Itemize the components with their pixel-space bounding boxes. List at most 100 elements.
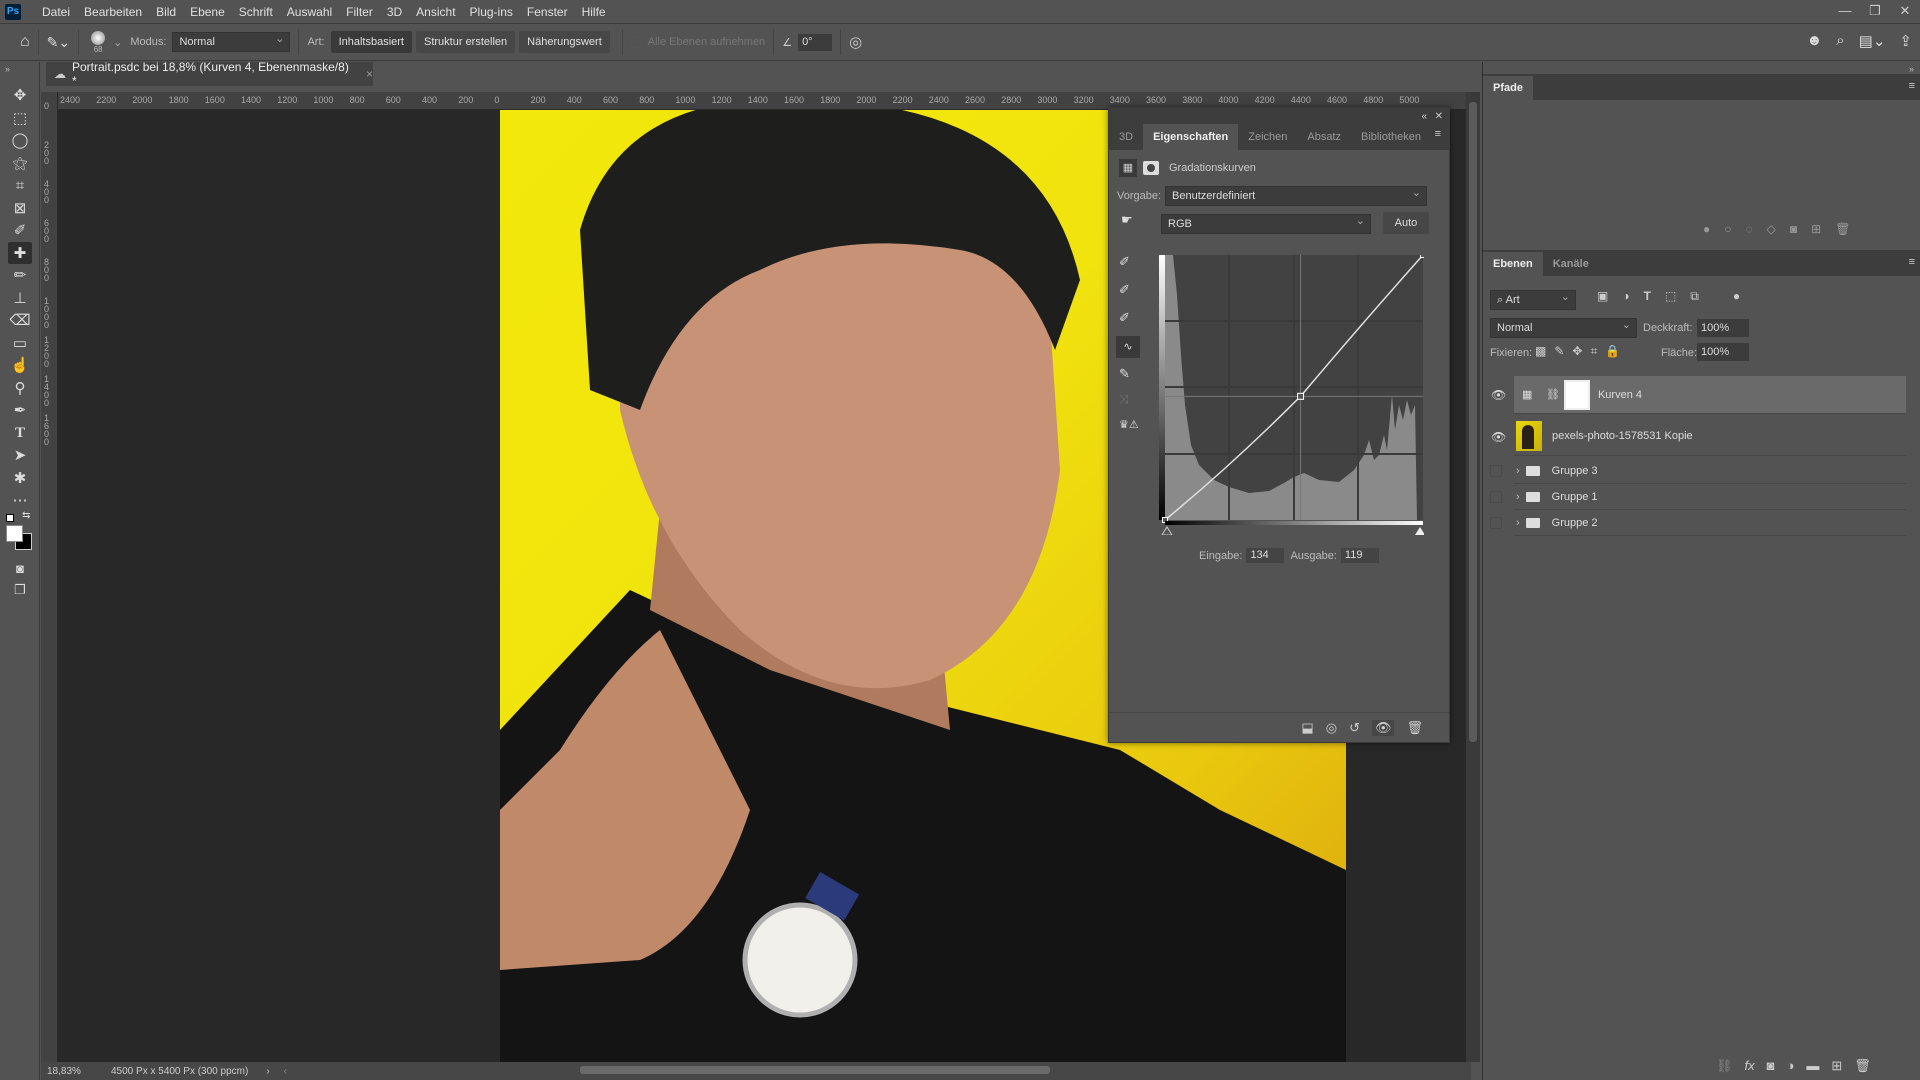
preset-select[interactable]: Benutzerdefiniert bbox=[1165, 184, 1428, 206]
pen-tool-icon[interactable]: ✒ bbox=[8, 399, 32, 421]
more-tools-icon[interactable]: ⋯ bbox=[8, 489, 32, 511]
lasso-tool-icon[interactable]: ◯ bbox=[8, 129, 32, 151]
minimize-button[interactable]: — bbox=[1830, 0, 1860, 24]
stamp-tool-icon[interactable]: ⊥ bbox=[8, 287, 32, 309]
default-colors-icon[interactable] bbox=[6, 514, 14, 522]
target-adjust-icon[interactable]: ☛ bbox=[1121, 212, 1133, 228]
lock-position-icon[interactable]: ✥ bbox=[1572, 344, 1582, 359]
mask-icon[interactable] bbox=[1143, 161, 1159, 175]
share-export-icon[interactable]: ⇪ bbox=[1899, 32, 1912, 50]
gray-point-eyedropper-icon[interactable]: ✐ bbox=[1119, 282, 1130, 298]
scroll-left-icon[interactable]: ‹ bbox=[284, 1066, 287, 1077]
angle-input[interactable]: 0° bbox=[798, 33, 833, 51]
delete-adjustment-icon[interactable]: 🗑 bbox=[1406, 720, 1423, 736]
link-icon[interactable]: ⛓ bbox=[1546, 388, 1560, 401]
smudge-tool-icon[interactable]: ☝ bbox=[8, 354, 32, 376]
gradient-tool-icon[interactable]: ▭ bbox=[8, 332, 32, 354]
shape-filter-icon[interactable]: ⬚ bbox=[1665, 289, 1676, 304]
restore-button[interactable]: ❐ bbox=[1860, 0, 1890, 24]
create-texture-button[interactable]: Struktur erstellen bbox=[416, 31, 516, 53]
clipping-warning-icon[interactable]: ♛⚠ bbox=[1119, 418, 1139, 431]
visibility-eye-icon[interactable]: 👁 bbox=[1491, 388, 1506, 402]
tab-bibliotheken[interactable]: Bibliotheken bbox=[1351, 124, 1431, 150]
path-selection-tool-icon[interactable]: ➤ bbox=[8, 444, 32, 466]
menu-datei[interactable]: Datei bbox=[35, 5, 77, 19]
expand-chevron-icon[interactable]: › bbox=[1516, 465, 1520, 477]
document-tab[interactable]: ☁ Portrait.psdc bei 18,8% (Kurven 4, Ebe… bbox=[46, 60, 373, 88]
swap-colors-icon[interactable]: ⇆ bbox=[22, 510, 30, 521]
point-curve-icon[interactable]: ∿ bbox=[1116, 336, 1140, 358]
menu-plugins[interactable]: Plug-ins bbox=[463, 5, 520, 19]
healing-brush-tool-icon[interactable]: ✚ bbox=[8, 242, 32, 264]
adjustment-filter-icon[interactable]: ◑ bbox=[1622, 289, 1629, 304]
visibility-eye-icon[interactable]: 👁 bbox=[1491, 430, 1506, 444]
workspace-icon[interactable]: ▤⌄ bbox=[1859, 32, 1886, 50]
input-value-field[interactable]: 134 bbox=[1246, 548, 1285, 563]
pencil-curve-icon[interactable]: ✎ bbox=[1119, 366, 1130, 382]
close-document-button[interactable]: × bbox=[366, 67, 373, 81]
visibility-toggle-empty[interactable] bbox=[1490, 517, 1502, 529]
pixel-filter-icon[interactable]: ▣ bbox=[1597, 289, 1608, 304]
opacity-input[interactable]: 100% bbox=[1697, 319, 1749, 337]
layer-mask-thumbnail[interactable] bbox=[1563, 379, 1590, 410]
magic-wand-tool-icon[interactable]: ⚝ bbox=[8, 152, 32, 174]
shape-tool-icon[interactable]: ✱ bbox=[8, 467, 32, 489]
fill-input[interactable]: 100% bbox=[1697, 343, 1749, 361]
menu-schrift[interactable]: Schrift bbox=[232, 5, 280, 19]
layer-row-gruppe-2[interactable]: › Gruppe 2 bbox=[1514, 510, 1906, 536]
search-icon[interactable]: ⌕ bbox=[1836, 32, 1844, 50]
visibility-toggle-empty[interactable] bbox=[1490, 465, 1502, 477]
smartobject-filter-icon[interactable]: ⧉ bbox=[1690, 289, 1699, 304]
lock-transparency-icon[interactable]: ▩ bbox=[1535, 344, 1546, 359]
lock-pixels-icon[interactable]: ✎ bbox=[1554, 344, 1564, 359]
delete-path-icon[interactable]: 🗑 bbox=[1835, 222, 1850, 236]
eraser-tool-icon[interactable]: ⌫ bbox=[8, 309, 32, 331]
reset-icon[interactable]: ↺ bbox=[1349, 720, 1360, 736]
tab-absatz[interactable]: Absatz bbox=[1297, 124, 1351, 150]
add-mask-icon[interactable]: ◙ bbox=[1767, 1058, 1775, 1074]
status-menu-chevron-icon[interactable]: › bbox=[266, 1066, 269, 1077]
white-point-eyedropper-icon[interactable]: ✐ bbox=[1119, 310, 1130, 326]
stroke-path-icon[interactable]: ○ bbox=[1724, 222, 1731, 236]
layer-row-gruppe-3[interactable]: › Gruppe 3 bbox=[1514, 458, 1906, 484]
lock-artboard-icon[interactable]: ⌗ bbox=[1590, 344, 1597, 359]
view-previous-state-icon[interactable]: ◎ bbox=[1326, 720, 1337, 736]
layer-filter-select[interactable]: ⌕ Art bbox=[1490, 288, 1576, 310]
menu-fenster[interactable]: Fenster bbox=[520, 5, 575, 19]
expand-chevron-icon[interactable]: › bbox=[1516, 517, 1520, 529]
brush-tool-icon[interactable]: ✏ bbox=[8, 264, 32, 286]
tab-eigenschaften[interactable]: Eigenschaften bbox=[1143, 124, 1239, 150]
curves-graph[interactable] bbox=[1159, 255, 1424, 535]
horizontal-scroll-thumb[interactable] bbox=[580, 1066, 1050, 1074]
mode-select[interactable]: Normal bbox=[172, 30, 291, 52]
auto-button[interactable]: Auto bbox=[1383, 212, 1429, 234]
tab-kanaele[interactable]: Kanäle bbox=[1543, 252, 1599, 276]
menu-auswahl[interactable]: Auswahl bbox=[280, 5, 339, 19]
load-selection-icon[interactable]: ◌ bbox=[1746, 222, 1753, 236]
type-filter-icon[interactable]: T bbox=[1644, 289, 1651, 304]
pressure-icon[interactable]: ◎ bbox=[849, 33, 862, 51]
fx-icon[interactable]: fx bbox=[1745, 1058, 1755, 1074]
share-user-icon[interactable]: ☻ bbox=[1806, 32, 1822, 50]
menu-3d[interactable]: 3D bbox=[380, 5, 409, 19]
new-adjustment-icon[interactable]: ◑ bbox=[1787, 1058, 1795, 1074]
link-layers-icon[interactable]: ⛓ bbox=[1716, 1058, 1733, 1074]
vertical-scroll-thumb[interactable] bbox=[1469, 102, 1477, 742]
home-icon[interactable]: ⌂ bbox=[20, 33, 30, 51]
layer-row-gruppe-1[interactable]: › Gruppe 1 bbox=[1514, 484, 1906, 510]
menu-ansicht[interactable]: Ansicht bbox=[409, 5, 462, 19]
fill-path-icon[interactable]: ● bbox=[1703, 222, 1710, 236]
panel-menu-icon[interactable]: ≡ bbox=[1909, 80, 1915, 92]
dodge-tool-icon[interactable]: ⚲ bbox=[8, 377, 32, 399]
marquee-tool-icon[interactable]: ⬚ bbox=[8, 107, 32, 129]
move-tool-icon[interactable]: ✥ bbox=[8, 84, 32, 106]
chevron-down-icon[interactable]: ⌄ bbox=[113, 36, 122, 49]
content-aware-button[interactable]: Inhaltsbasiert bbox=[330, 31, 412, 53]
sample-all-layers-checkbox[interactable] bbox=[630, 36, 642, 48]
frame-tool-icon[interactable]: ⊠ bbox=[8, 197, 32, 219]
quick-mask-icon[interactable]: ◙ bbox=[8, 557, 32, 579]
crop-tool-icon[interactable]: ⌗ bbox=[8, 174, 32, 196]
layer-row-kurven-4[interactable]: ▦ ⛓ Kurven 4 bbox=[1514, 376, 1906, 414]
filter-toggle-icon[interactable]: ● bbox=[1733, 289, 1740, 304]
close-panel-icon[interactable]: ✕ bbox=[1435, 111, 1443, 122]
